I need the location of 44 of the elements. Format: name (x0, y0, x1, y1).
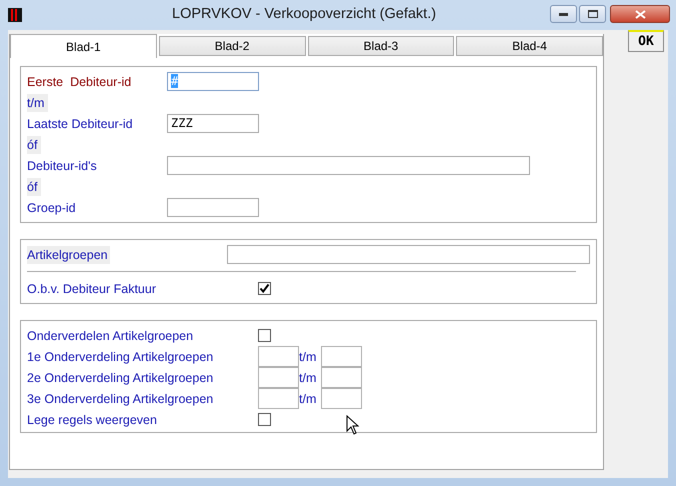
connector-label: óf (27, 136, 42, 154)
minimize-icon (559, 12, 568, 16)
input-field[interactable] (321, 346, 362, 367)
input-field[interactable] (321, 388, 362, 409)
maximize-icon (588, 10, 598, 18)
connector-label: t/m (27, 94, 48, 112)
maximize-button[interactable] (579, 5, 606, 23)
field-label: Debiteur-id's (27, 158, 98, 172)
tab[interactable]: Blad-2 (158, 36, 306, 56)
tab[interactable]: Blad-4 (456, 36, 603, 56)
tab[interactable]: Blad-1 (10, 34, 157, 58)
connector-label: óf (27, 178, 42, 196)
input-field[interactable] (167, 156, 530, 175)
range-separator: t/m (299, 350, 318, 364)
option-label: Lege regels weergeven (27, 412, 158, 426)
range-separator: t/m (299, 392, 318, 406)
tab[interactable]: Blad-3 (308, 36, 454, 56)
input-field[interactable]: ZZZ (167, 114, 259, 133)
close-button[interactable] (610, 5, 670, 23)
range-label: 1e Onderverdeling Artikelgroepen (27, 350, 214, 364)
input-field[interactable] (167, 198, 259, 217)
input-field[interactable] (227, 245, 590, 264)
checkbox[interactable] (258, 282, 271, 295)
range-separator: t/m (299, 370, 318, 384)
app-icon (8, 8, 22, 22)
range-label: 2e Onderverdeling Artikelgroepen (27, 370, 214, 384)
ok-button[interactable]: OK (628, 30, 664, 52)
mouse-pointer-icon (346, 415, 360, 436)
option-label: O.b.v. Debiteur Faktuur (27, 282, 157, 296)
window-title: LOPRVKOV - Verkoopoverzicht (Gefakt.) (172, 6, 436, 22)
checkbox[interactable] (258, 329, 271, 342)
field-label: Groep-id (27, 200, 77, 214)
range-label: 3e Onderverdeling Artikelgroepen (27, 392, 214, 406)
field-label: Eerste Debiteur-id (27, 74, 132, 88)
checkbox[interactable] (258, 413, 271, 426)
input-field[interactable] (258, 346, 299, 367)
option-label: Onderverdelen Artikelgroepen (27, 328, 194, 342)
input-field[interactable] (258, 388, 299, 409)
minimize-button[interactable] (550, 5, 577, 23)
field-label: Artikelgroepen (27, 246, 110, 264)
close-icon (634, 10, 646, 18)
input-field[interactable] (258, 367, 299, 388)
field-label: Laatste Debiteur-id (27, 116, 134, 130)
input-field[interactable] (321, 367, 362, 388)
